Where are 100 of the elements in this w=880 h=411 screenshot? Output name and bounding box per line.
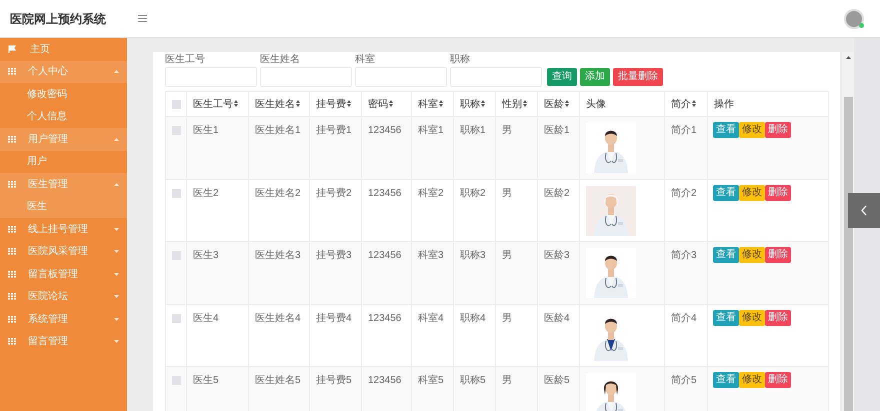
sidebar-group[interactable]: 医院论坛: [0, 286, 127, 308]
checkbox[interactable]: [172, 100, 180, 108]
table-cell: 医生姓名2: [255, 188, 301, 198]
delete-button[interactable]: 删除: [765, 372, 791, 388]
sidebar-group[interactable]: 个人中心: [0, 60, 127, 83]
sort-icon[interactable]: [439, 100, 443, 108]
table-cell: 挂号费4: [316, 312, 352, 324]
sidebar-group[interactable]: 用户管理: [0, 128, 127, 150]
caret-icon: [114, 70, 119, 74]
table-cell: 职称5: [460, 375, 486, 386]
table-cell: 科室1: [418, 125, 444, 136]
grid-icon: [8, 248, 16, 256]
table-cell: 简介5: [671, 375, 697, 386]
column-header[interactable]: 挂号费: [310, 92, 362, 116]
table-cell: 医生2: [193, 188, 219, 198]
view-button[interactable]: 查看: [713, 247, 739, 263]
caret-icon: [114, 228, 119, 231]
scrollbar[interactable]: [842, 52, 854, 411]
sidebar-group[interactable]: 系统管理: [0, 308, 127, 330]
table-cell: 123456: [368, 312, 402, 324]
caret-icon: [114, 295, 119, 298]
delete-button[interactable]: 删除: [765, 184, 791, 200]
avatar-icon[interactable]: [844, 8, 864, 28]
column-header[interactable]: 医生工号: [186, 92, 248, 116]
table-cell: 医龄1: [544, 125, 570, 136]
edit-button[interactable]: 修改: [739, 372, 765, 388]
table-cell: 医龄3: [544, 250, 570, 261]
table-cell: 医生4: [193, 312, 219, 324]
column-header[interactable]: 性别: [496, 92, 538, 116]
table-cell: 医生姓名1: [255, 125, 301, 136]
add-button[interactable]: 添加: [580, 68, 610, 86]
field-label: 职称: [450, 54, 471, 66]
grid-icon: [8, 136, 16, 143]
delete-button[interactable]: 删除: [765, 122, 791, 138]
table-cell: 男: [502, 250, 512, 261]
table-cell: 简介2: [671, 188, 697, 198]
sidebar-group[interactable]: 医生管理: [0, 173, 127, 196]
table-cell: 医生姓名3: [255, 250, 301, 261]
edit-button[interactable]: 修改: [739, 247, 765, 263]
checkbox[interactable]: [172, 314, 180, 322]
table-cell: 男: [502, 125, 512, 136]
table-cell: 医生3: [193, 250, 219, 261]
grid-icon: [8, 270, 16, 278]
delete-button[interactable]: 删除: [765, 247, 791, 263]
column-header[interactable]: 医生姓名: [248, 92, 310, 116]
field-label: 科室: [355, 54, 376, 66]
table-cell: 职称4: [460, 312, 486, 324]
sort-icon[interactable]: [523, 100, 527, 108]
view-button[interactable]: 查看: [713, 310, 739, 326]
batch-delete-button[interactable]: 批量删除: [613, 68, 663, 86]
sort-icon[interactable]: [389, 100, 393, 108]
sort-icon[interactable]: [692, 100, 696, 108]
chevron-left-icon: [861, 205, 867, 216]
sidebar-subitem[interactable]: 修改密码: [0, 83, 127, 106]
sidebar-group[interactable]: 医院风采管理: [0, 240, 127, 263]
grid-icon: [8, 338, 16, 346]
sort-icon[interactable]: [347, 100, 351, 108]
caret-icon: [114, 340, 119, 344]
table-cell: 职称1: [460, 125, 486, 136]
sidebar-item[interactable]: 主页: [0, 38, 127, 60]
table-cell: 挂号费1: [316, 125, 352, 136]
table-cell: 简介1: [671, 125, 697, 136]
checkbox[interactable]: [172, 188, 180, 198]
table-cell: 123456: [368, 250, 402, 261]
sidebar-group[interactable]: 留言板管理: [0, 263, 127, 286]
sidebar-subitem[interactable]: 用户: [0, 150, 127, 173]
edit-button[interactable]: 修改: [739, 122, 765, 138]
table-cell: 医生5: [193, 375, 219, 386]
caret-icon: [114, 250, 119, 254]
menu-icon[interactable]: [138, 15, 147, 22]
table-cell: 科室5: [418, 375, 444, 386]
grid-icon: [8, 316, 16, 323]
table-cell: 简介3: [671, 250, 697, 261]
table-cell: 医龄5: [544, 375, 570, 386]
table-cell: 医生姓名5: [255, 375, 301, 386]
sort-icon[interactable]: [481, 100, 485, 108]
edit-button[interactable]: 修改: [739, 310, 765, 326]
view-button[interactable]: 查看: [713, 184, 739, 200]
table-cell: 职称3: [460, 250, 486, 261]
sort-icon[interactable]: [565, 100, 569, 108]
column-header[interactable]: 职称: [454, 92, 496, 116]
sidebar-group[interactable]: 留言管理: [0, 330, 127, 353]
delete-button[interactable]: 删除: [765, 310, 791, 326]
sidebar-subitem[interactable]: 医生: [0, 196, 127, 218]
sidebar-subitem[interactable]: 个人信息: [0, 106, 127, 128]
column-header[interactable]: 密码: [362, 92, 412, 116]
view-button[interactable]: 查看: [713, 122, 739, 138]
table-cell: 简介4: [671, 312, 697, 324]
scroll-up-icon[interactable]: [846, 56, 850, 59]
sidebar-group[interactable]: 线上挂号管理: [0, 218, 127, 240]
view-button[interactable]: 查看: [713, 372, 739, 388]
sort-icon[interactable]: [234, 100, 238, 108]
column-header[interactable]: 科室: [412, 92, 454, 116]
column-header[interactable]: 简介: [664, 92, 708, 116]
table-cell: 挂号费5: [316, 375, 352, 386]
edit-button[interactable]: 修改: [739, 184, 765, 200]
sort-icon[interactable]: [296, 100, 300, 108]
search-button[interactable]: 查询: [547, 68, 577, 86]
table-cell: 男: [502, 375, 512, 386]
column-header[interactable]: 医龄: [538, 92, 580, 116]
